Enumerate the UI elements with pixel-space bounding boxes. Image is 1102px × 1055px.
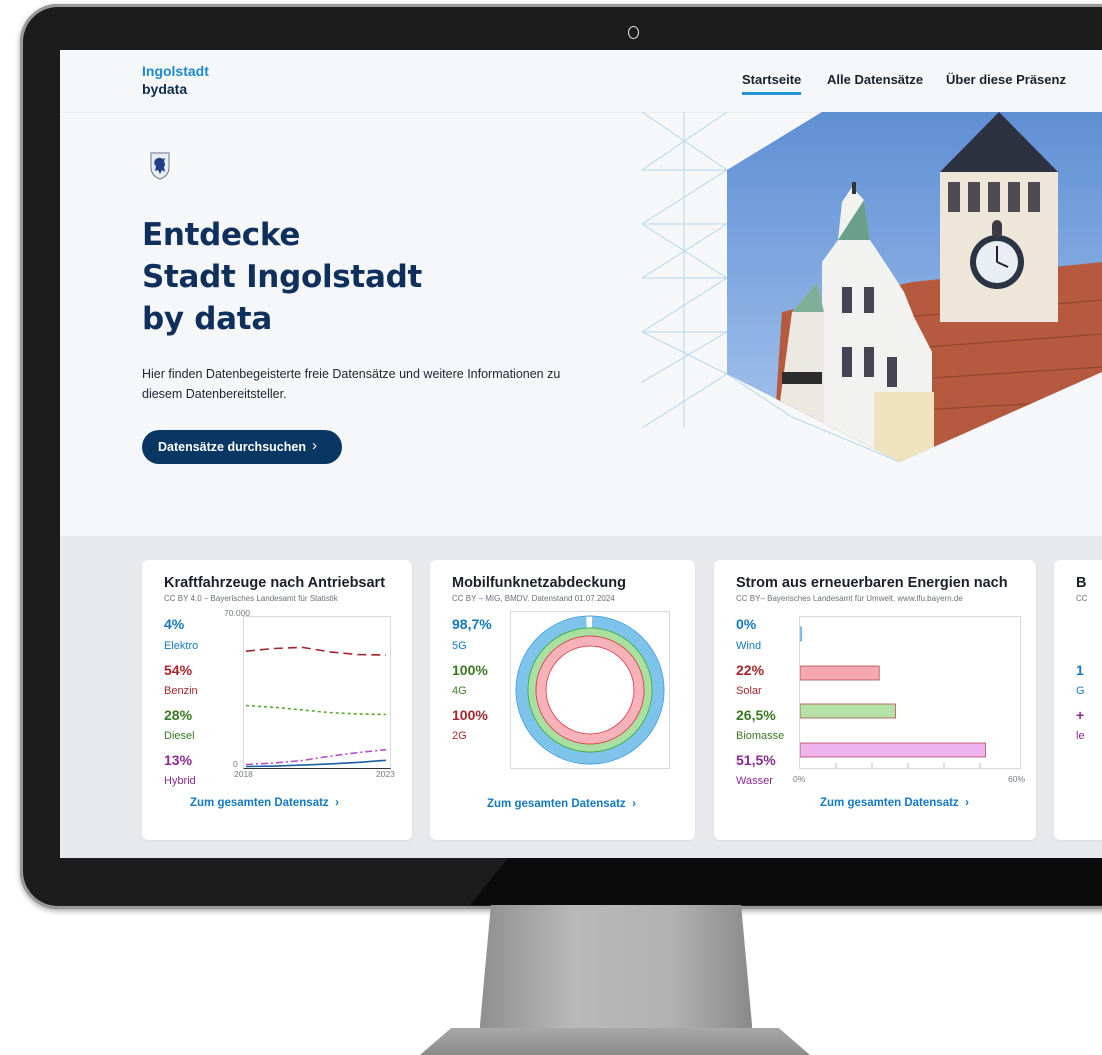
card-link-label: Zum gesamten Datensatz [190, 797, 329, 809]
site-header: Ingolstadt bydata Startseite Alle Datens… [60, 50, 1102, 113]
card-source: CC [1076, 594, 1088, 603]
stat-value-partial-2: + [1076, 707, 1085, 723]
stat-label-4g: 4G [452, 685, 467, 697]
hero-title: Entdecke Stadt Ingolstadt by data [142, 214, 422, 340]
stat-label-wasser: Wasser [736, 775, 773, 787]
chevron-right-icon: › [628, 798, 636, 810]
search-datasets-label: Datensätze durchsuchen [158, 440, 306, 454]
chevron-right-icon: › [312, 437, 317, 454]
stat-label-2g: 2G [452, 730, 467, 742]
card-source: CC BY – MIG, BMDV. Datenstand 01.07.2024 [452, 594, 615, 603]
stat-value-benzin: 54% [164, 662, 193, 678]
card-link[interactable]: Zum gesamten Datensatz › [820, 797, 969, 809]
bar-solar [800, 665, 880, 681]
line-chart-frame [243, 616, 391, 769]
card-mobilfunk[interactable]: Mobilfunknetzabdeckung CC BY – MIG, BMDV… [430, 560, 695, 840]
screen: Ingolstadt bydata Startseite Alle Datens… [60, 50, 1102, 858]
card-source: CC BY 4.0 – Bayerisches Landesamt für St… [164, 594, 338, 603]
donut-ring-2g [535, 635, 645, 745]
card-partial[interactable]: B CC 1 G + le [1054, 560, 1102, 840]
stat-value-solar: 22% [736, 662, 765, 678]
card-title: Mobilfunknetzabdeckung [452, 575, 626, 591]
stat-label-elektro: Elektro [164, 640, 199, 652]
stat-value-4g: 100% [452, 662, 488, 678]
logo-line1[interactable]: Ingolstadt [142, 63, 209, 79]
stat-value-5g: 98,7% [452, 616, 492, 632]
hero-image [642, 112, 1102, 462]
xtick-start: 2018 [234, 769, 253, 779]
dataset-cards: Kraftfahrzeuge nach Antriebsart CC BY 4.… [60, 536, 1102, 858]
stat-value-diesel: 28% [164, 707, 193, 723]
bar-chart [800, 626, 986, 768]
card-kraftfahrzeuge[interactable]: Kraftfahrzeuge nach Antriebsart CC BY 4.… [142, 560, 412, 840]
card-source: CC BY– Bayerisches Landesamt für Umwelt,… [736, 594, 963, 603]
hero-intro-line2: diesem Datenbereitsteller. [142, 387, 287, 401]
card-title: B [1076, 575, 1087, 591]
stat-label-wind: Wind [736, 640, 762, 652]
stat-label-solar: Solar [736, 685, 762, 697]
hero-title-line1: Entdecke [142, 217, 301, 253]
chevron-right-icon: › [961, 797, 969, 809]
card-title: Kraftfahrzeuge nach Antriebsart [164, 575, 386, 591]
bar-wind [800, 626, 802, 642]
nav-alle-datensaetze[interactable]: Alle Datensätze [827, 72, 923, 87]
stat-value-partial-1: 1 [1076, 662, 1084, 678]
chevron-right-icon: › [331, 797, 339, 809]
search-datasets-button[interactable]: Datensätze durchsuchen › [142, 430, 342, 464]
monitor-stand-base [420, 1028, 810, 1055]
card-link[interactable]: Zum gesamten Datensatz › [190, 797, 339, 809]
camera-icon [628, 26, 639, 39]
xtick-end: 2023 [376, 769, 395, 779]
stat-value-wind: 0% [736, 616, 757, 632]
stat-label-hybrid: Hybrid [164, 775, 196, 787]
hero-intro-line1: Hier finden Datenbegeisterte freie Daten… [142, 367, 561, 381]
stat-label-benzin: Benzin [164, 685, 198, 697]
hero-intro: Hier finden Datenbegeisterte freie Daten… [142, 364, 592, 404]
series-line-diesel [245, 704, 387, 716]
stat-value-elektro: 4% [164, 616, 185, 632]
stat-label-biomasse: Biomasse [736, 730, 785, 742]
card-link[interactable]: Zum gesamten Datensatz › [487, 798, 636, 810]
monitor-chin-shadow [470, 858, 1102, 905]
stat-label-5g: 5G [452, 640, 467, 652]
series-line-benzin [245, 646, 387, 656]
bar-biomasse [800, 703, 896, 719]
donut-chart [515, 615, 665, 765]
bar-wasser [800, 742, 986, 758]
ytick-min: 0 [233, 759, 238, 769]
stat-label-partial-2: le [1076, 730, 1085, 742]
logo-line2[interactable]: bydata [142, 81, 187, 97]
xtick-min: 0% [793, 774, 806, 784]
hero-title-line3: by data [142, 301, 272, 337]
card-link-label: Zum gesamten Datensatz [820, 797, 959, 809]
stat-value-2g: 100% [452, 707, 488, 723]
line-chart [245, 646, 387, 768]
coat-of-arms-icon [150, 152, 170, 180]
donut-ring-4g [527, 627, 653, 753]
hero-title-line2: Stadt Ingolstadt [142, 259, 422, 295]
card-strom-erneuerbar[interactable]: Strom aus erneuerbaren Energien nach CC … [714, 560, 1036, 840]
stat-value-hybrid: 13% [164, 752, 193, 768]
stat-label-diesel: Diesel [164, 730, 195, 742]
xtick-max: 60% [1008, 774, 1026, 784]
nav-startseite[interactable]: Startseite [742, 72, 802, 95]
bar-chart-frame [799, 616, 1021, 769]
stat-label-partial-1: G [1076, 685, 1085, 697]
stat-value-wasser: 51,5% [736, 752, 776, 768]
nav-ueber-diese-praesenz[interactable]: Über diese Präsenz [946, 72, 1066, 87]
donut-chart-frame [510, 611, 670, 769]
card-title: Strom aus erneuerbaren Energien nach [736, 575, 1008, 591]
stat-value-biomasse: 26,5% [736, 707, 776, 723]
card-link-label: Zum gesamten Datensatz [487, 798, 626, 810]
hero-section: Entdecke Stadt Ingolstadt by data Hier f… [60, 112, 1102, 536]
